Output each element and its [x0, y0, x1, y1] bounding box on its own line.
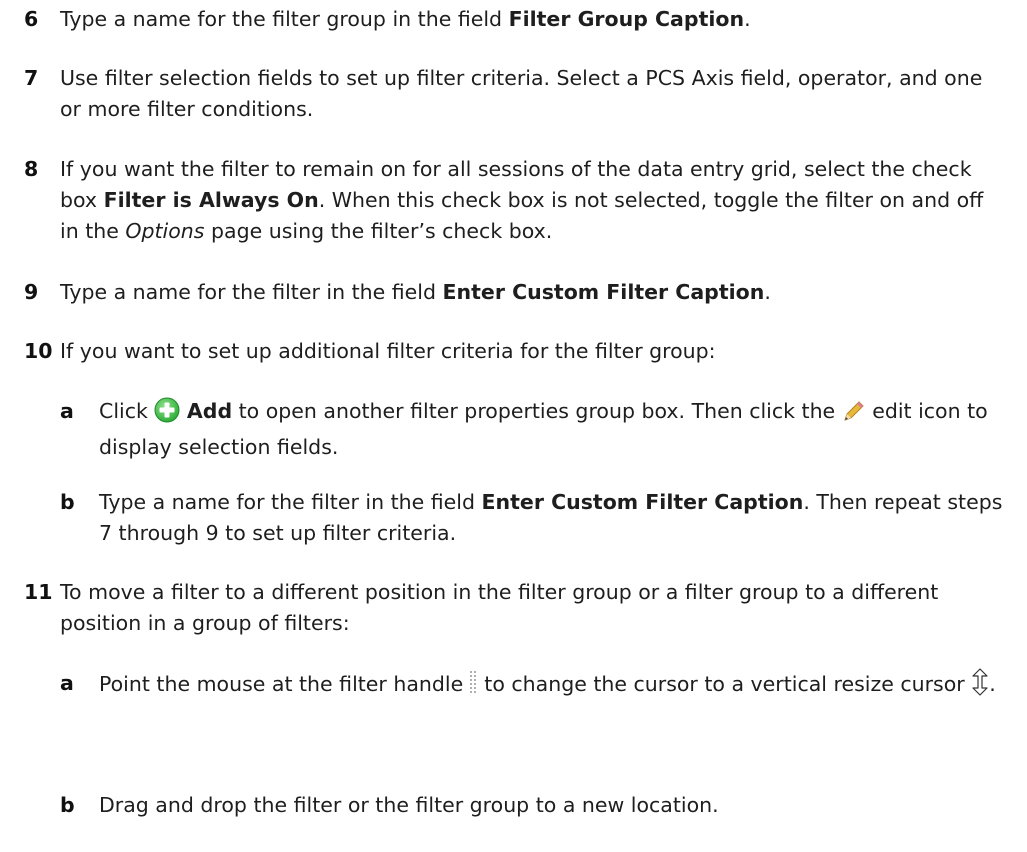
step-number: 7 [24, 66, 39, 90]
add-icon [154, 397, 180, 432]
step-number: 11 [24, 580, 53, 604]
substep-text: Type a name for the filter in the field … [99, 490, 1003, 545]
substep-letter: a [60, 671, 74, 695]
step-text: To move a filter to a different position… [60, 580, 939, 635]
drag-handle-icon [469, 670, 478, 705]
substep-text: Click Add to open another filter propert… [99, 397, 988, 459]
step-text: If you want the filter to remain on for … [60, 157, 984, 243]
substep-text: Point the mouse at the filter handle to … [99, 668, 1003, 705]
instruction-document: 6 Type a name for the filter group in th… [0, 0, 1027, 852]
step-number: 10 [24, 339, 53, 363]
step-text: Use filter selection fields to set up fi… [60, 66, 983, 121]
substep-letter: b [60, 490, 75, 514]
pencil-edit-icon [842, 399, 866, 432]
vertical-resize-cursor-icon [971, 668, 989, 705]
substep-text: Drag and drop the filter or the filter g… [99, 793, 719, 817]
step-text: Type a name for the filter in the field … [60, 280, 771, 304]
step-text: If you want to set up additional filter … [60, 339, 716, 363]
step-number: 8 [24, 157, 39, 181]
step-number: 6 [24, 7, 39, 31]
substep-letter: b [60, 793, 75, 817]
substep-letter: a [60, 399, 74, 423]
step-number: 9 [24, 280, 39, 304]
step-text: Type a name for the filter group in the … [60, 7, 751, 31]
